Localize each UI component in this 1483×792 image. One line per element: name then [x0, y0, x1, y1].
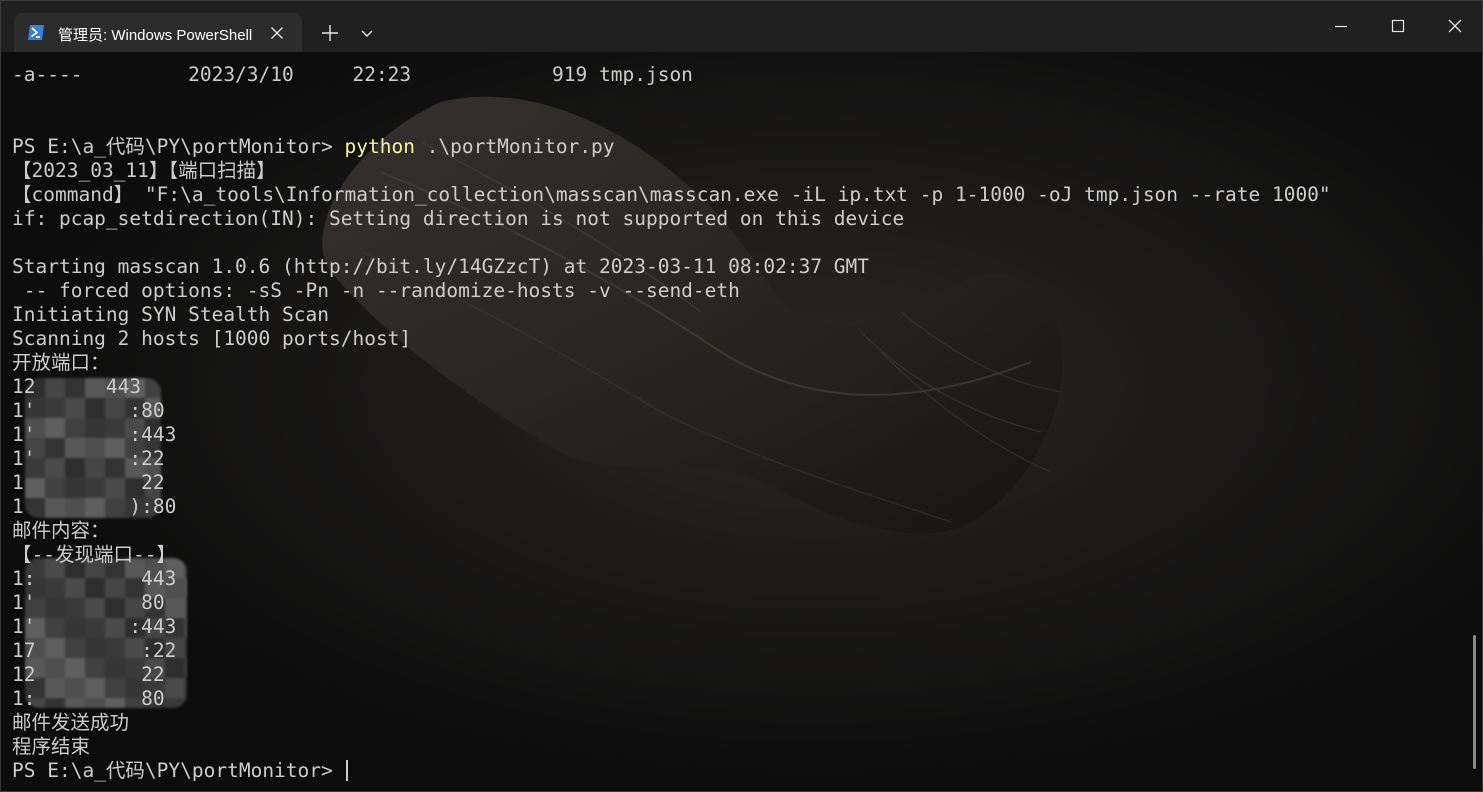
terminal-line: 【2023_03_11】【端口扫描】: [12, 159, 276, 182]
terminal-line: 程序结束: [12, 735, 91, 758]
minimize-button[interactable]: [1313, 1, 1369, 52]
terminal-line: -- forced options: -sS -Pn -n --randomiz…: [12, 279, 740, 302]
terminal-line: Initiating SYN Stealth Scan: [12, 303, 329, 326]
terminal-line: 邮件发送成功: [12, 711, 130, 734]
prompt: PS E:\a_代码\PY\portMonitor>: [12, 759, 345, 782]
command-args: .\portMonitor.py: [414, 135, 615, 158]
terminal-line: 1: 80: [12, 687, 165, 710]
maximize-icon: [1391, 19, 1405, 33]
minimize-icon: [1335, 25, 1347, 28]
tab-title: 管理员: Windows PowerShell: [58, 27, 253, 44]
close-button[interactable]: [1427, 1, 1482, 52]
command-line: PS E:\a_代码\PY\portMonitor> python .\port…: [12, 135, 1331, 159]
close-tab-icon[interactable]: [268, 24, 286, 42]
terminal-line: -a---- 2023/3/10 22:23 919 tmp.json: [12, 63, 693, 86]
terminal-line: 1' :443: [12, 615, 177, 638]
terminal-line: 12 22: [12, 663, 165, 686]
terminal-line: 【--发现端口--】: [12, 543, 176, 566]
terminal-line: 1' :80: [12, 399, 165, 422]
maximize-button[interactable]: [1370, 1, 1426, 52]
terminal-line: 1' :443: [12, 423, 177, 446]
final-prompt-line[interactable]: PS E:\a_代码\PY\portMonitor>: [12, 759, 1331, 783]
terminal-output[interactable]: -a---- 2023/3/10 22:23 919 tmp.json PS E…: [1, 52, 1482, 791]
new-tab-plus-icon[interactable]: [319, 22, 341, 44]
chevron-down-icon[interactable]: [358, 25, 376, 41]
terminal-line: 12 443: [12, 375, 142, 398]
terminal-line: 开放端口：: [12, 351, 110, 374]
terminal-line: Scanning 2 hosts [1000 ports/host]: [12, 327, 412, 350]
terminal-line: 1 22: [12, 471, 165, 494]
terminal-line: 1 ):80: [12, 495, 177, 518]
title-bar: 管理员: Windows PowerShell: [1, 1, 1482, 52]
tab-powershell[interactable]: 管理员: Windows PowerShell: [14, 13, 302, 52]
terminal-line: 1' :22: [12, 447, 165, 470]
terminal-line: if: pcap_setdirection(IN): Setting direc…: [12, 207, 905, 230]
terminal-line: 1' 80: [12, 591, 165, 614]
text-cursor: [345, 760, 348, 781]
terminal-window: 管理员: Windows PowerShell -a---- 2023/3/10…: [0, 0, 1483, 792]
terminal-line: 邮件内容：: [12, 519, 110, 542]
terminal-line: Starting masscan 1.0.6 (http://bit.ly/14…: [12, 255, 870, 278]
command-name: python: [344, 135, 415, 158]
close-icon: [1448, 19, 1462, 33]
terminal-line: 17 :22: [12, 639, 177, 662]
terminal-line: 【command】 "F:\a_tools\Information_collec…: [12, 183, 1331, 206]
terminal-line: 1: 443: [12, 567, 177, 590]
scrollbar-thumb[interactable]: [1473, 635, 1476, 769]
terminal-lines: -a---- 2023/3/10 22:23 919 tmp.json PS E…: [12, 63, 1331, 783]
prompt: PS E:\a_代码\PY\portMonitor>: [12, 135, 345, 158]
powershell-icon: [28, 25, 44, 40]
